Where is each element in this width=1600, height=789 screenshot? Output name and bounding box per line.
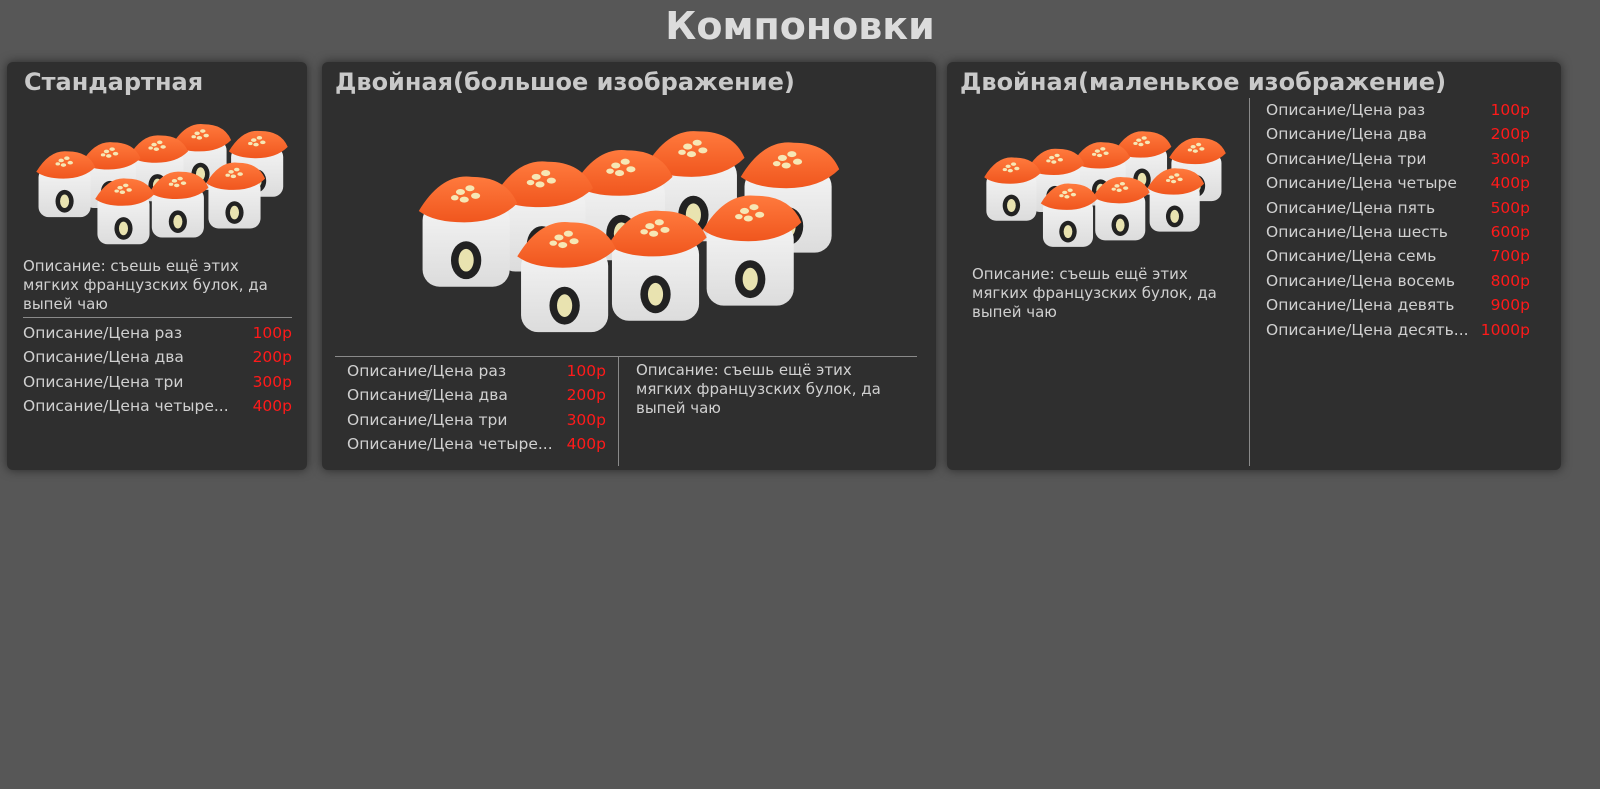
price-list: Описание/Цена раз 100р Описание/Цена два… bbox=[23, 321, 292, 419]
price-row[interactable]: Описание/Цена три 300р bbox=[23, 370, 292, 394]
price-row[interactable]: Описание/Цена восемь 800р bbox=[1266, 269, 1530, 293]
price-name: Описание/Цена семь bbox=[1266, 247, 1437, 266]
item-description: Описание: съешь ещё этих мягких французс… bbox=[636, 361, 881, 417]
price-row[interactable]: Описание/Цена раз 100р bbox=[23, 321, 292, 345]
price-name: Описание/Цена пять bbox=[1266, 198, 1436, 217]
price-name: Описание/Цена два bbox=[1266, 125, 1427, 144]
price-name: Описание/Цена четыре... bbox=[23, 397, 229, 416]
divider bbox=[335, 356, 917, 357]
page-title: Компоновки bbox=[665, 4, 935, 48]
sushi-image bbox=[982, 120, 1228, 254]
price-row[interactable]: Описание/Цена два 200р bbox=[347, 383, 606, 407]
card-title: Двойная(маленькое изображение) bbox=[960, 68, 1447, 96]
price-name: Описание/Цена четыре... bbox=[347, 435, 553, 454]
price-value: 300р bbox=[1490, 149, 1530, 168]
price-name: Описание/Цена три bbox=[347, 410, 508, 429]
price-row[interactable]: Описание/Цена четыре 400р bbox=[1266, 171, 1530, 195]
item-description: Описание: съешь ещё этих мягких французс… bbox=[23, 257, 268, 313]
price-name: Описание/Цена три bbox=[1266, 149, 1427, 168]
price-row[interactable]: Описание/Цена шесть 600р bbox=[1266, 220, 1530, 244]
price-name: Описание/Цена шесть bbox=[1266, 222, 1448, 241]
price-value: 800р bbox=[1490, 271, 1530, 290]
text-cursor-icon: I bbox=[423, 389, 431, 404]
card-title: Стандартная bbox=[24, 68, 204, 96]
price-name: Описание/Цена раз bbox=[347, 362, 507, 380]
price-value: 200р bbox=[1490, 125, 1530, 144]
price-name: Описание/Цена два bbox=[23, 348, 184, 367]
price-row[interactable]: Описание/Цена пять 500р bbox=[1266, 196, 1530, 220]
price-row[interactable]: Описание/Цена десять... 1000р bbox=[1266, 318, 1530, 342]
price-value: 400р bbox=[566, 435, 606, 454]
price-value: 300р bbox=[252, 372, 292, 391]
price-row[interactable]: Описание/Цена четыре... 400р bbox=[347, 432, 606, 456]
divider bbox=[23, 317, 292, 318]
sushi-image bbox=[34, 112, 290, 252]
sushi-image bbox=[415, 112, 843, 344]
price-value: 400р bbox=[1490, 174, 1530, 193]
price-row[interactable]: Описание/Цена два 200р bbox=[1266, 122, 1530, 146]
card-title: Двойная(большое изображение) bbox=[335, 68, 795, 96]
price-row[interactable]: Описание/Цена девять 900р bbox=[1266, 293, 1530, 317]
price-value: 200р bbox=[566, 386, 606, 405]
price-row[interactable]: Описание/Цена три 300р bbox=[347, 408, 606, 432]
price-name: Описание/Цена раз bbox=[23, 324, 183, 342]
price-row[interactable]: Описание/Цена два 200р bbox=[23, 345, 292, 369]
item-description: Описание: съешь ещё этих мягких французс… bbox=[972, 265, 1217, 321]
price-row[interactable]: Описание/Цена семь 700р bbox=[1266, 244, 1530, 268]
price-value: 400р bbox=[252, 397, 292, 416]
price-row[interactable]: Описание/Цена раз 100р bbox=[347, 359, 606, 383]
price-name: Описание/Цена восемь bbox=[1266, 271, 1456, 290]
price-list: Описание/Цена раз 100р Описание/Цена два… bbox=[1266, 98, 1530, 342]
price-value: 600р bbox=[1490, 222, 1530, 241]
price-name: Описание/Цена девять bbox=[1266, 296, 1455, 315]
price-value: 100р bbox=[1490, 101, 1530, 119]
price-value: 500р bbox=[1490, 198, 1530, 217]
price-value: 700р bbox=[1490, 247, 1530, 266]
price-value: 1000р bbox=[1480, 320, 1530, 339]
price-row[interactable]: Описание/Цена раз 100р bbox=[1266, 98, 1530, 122]
price-value: 300р bbox=[566, 410, 606, 429]
price-value: 100р bbox=[252, 324, 292, 342]
price-row[interactable]: Описание/Цена четыре... 400р bbox=[23, 394, 292, 418]
price-name: Описание/Цена десять... bbox=[1266, 320, 1469, 339]
price-value: 100р bbox=[566, 362, 606, 380]
layout-card-standard: Стандартная Описание: съешь ещё этих мяг… bbox=[7, 62, 307, 470]
price-name: Описание/Цена три bbox=[23, 372, 184, 391]
column-divider bbox=[618, 356, 619, 466]
layout-card-double-large: Двойная(большое изображение) Описание/Це… bbox=[322, 62, 936, 470]
price-value: 900р bbox=[1490, 296, 1530, 315]
column-divider bbox=[1249, 98, 1250, 466]
price-value: 200р bbox=[252, 348, 292, 367]
price-list: Описание/Цена раз 100р Описание/Цена два… bbox=[347, 359, 606, 457]
price-row[interactable]: Описание/Цена три 300р bbox=[1266, 147, 1530, 171]
price-name: Описание/Цена раз bbox=[1266, 101, 1426, 119]
layout-card-double-small: Двойная(маленькое изображение) Описание:… bbox=[947, 62, 1561, 470]
price-name: Описание/Цена четыре bbox=[1266, 174, 1457, 193]
